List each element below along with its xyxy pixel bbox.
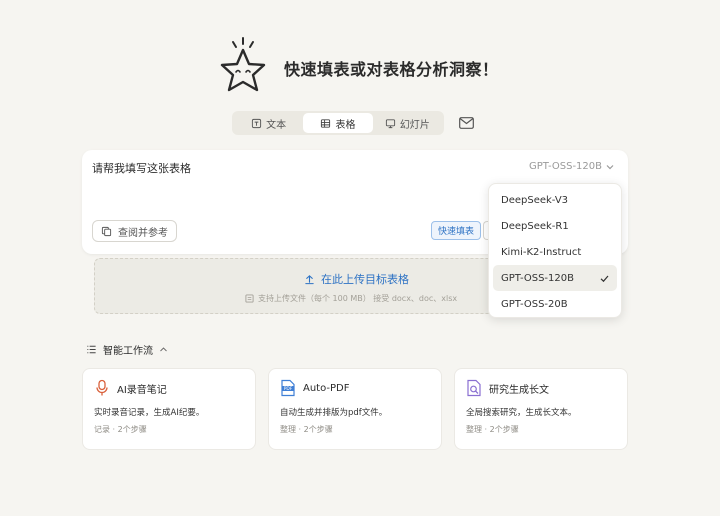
card-title: Auto-PDF bbox=[303, 382, 350, 394]
upload-title-text: 在此上传目标表格 bbox=[321, 273, 409, 286]
card-description: 全局搜索研究，生成长文本。 bbox=[466, 408, 577, 418]
microphone-icon bbox=[96, 379, 108, 396]
slides-icon bbox=[385, 118, 395, 128]
chevron-up-icon bbox=[160, 347, 167, 352]
model-option-label: Kimi-K2-Instruct bbox=[501, 246, 582, 258]
card-meta: 整理 · 2个步骤 bbox=[466, 425, 519, 434]
tab-slides[interactable]: 幻灯片 bbox=[373, 113, 442, 133]
model-select-value: GPT-OSS-120B bbox=[529, 161, 602, 172]
quick-fill-chip[interactable]: 快速填表 bbox=[431, 221, 482, 240]
workflow-card-auto-pdf[interactable]: PDF Auto-PDF 自动生成并排版为pdf文件。 整理 · 2个步骤 bbox=[268, 368, 442, 450]
doc-search-icon bbox=[467, 379, 481, 397]
upload-icon bbox=[305, 274, 314, 284]
hero-title: 快速填表或对表格分析洞察！ bbox=[284, 60, 499, 79]
star-mascot-icon bbox=[220, 37, 266, 92]
model-option-deepseek-r1[interactable]: DeepSeek-R1 bbox=[493, 214, 617, 240]
mode-tabs: 文本 表格 幻灯片 bbox=[232, 111, 444, 135]
hero: 快速填表或对表格分析洞察！ bbox=[0, 36, 720, 96]
model-option-gpt-oss-120b[interactable]: GPT-OSS-120B bbox=[493, 265, 617, 292]
file-icon bbox=[245, 294, 254, 303]
svg-text:PDF: PDF bbox=[284, 386, 293, 392]
model-option-label: GPT-OSS-120B bbox=[501, 272, 574, 284]
workflow-header[interactable]: 智能工作流 bbox=[86, 342, 168, 357]
checkmark-icon bbox=[600, 275, 609, 282]
tab-text-label: 文本 bbox=[266, 119, 287, 131]
model-option-label: GPT-OSS-20B bbox=[501, 298, 568, 310]
chevron-down-icon bbox=[606, 164, 614, 169]
reference-button[interactable]: 查阅并参考 bbox=[92, 220, 177, 242]
card-title: 研究生成长文 bbox=[489, 384, 549, 396]
mail-icon[interactable] bbox=[459, 117, 474, 129]
model-select[interactable]: GPT-OSS-120B bbox=[529, 161, 614, 172]
list-icon bbox=[87, 345, 96, 354]
model-option-kimi-k2[interactable]: Kimi-K2-Instruct bbox=[493, 240, 617, 266]
upload-subtitle: 支持上传文件（每个 100 MB） 接受 docx、doc、xlsx bbox=[245, 293, 457, 304]
workflow-card-ai-notes[interactable]: AI录音笔记 实时录音记录，生成AI纪要。 记录 · 2个步骤 bbox=[82, 368, 256, 450]
upload-title: 在此上传目标表格 bbox=[304, 271, 409, 287]
workflow-card-research[interactable]: 研究生成长文 全局搜索研究，生成长文本。 整理 · 2个步骤 bbox=[454, 368, 628, 450]
table-icon bbox=[321, 118, 331, 128]
tab-slides-label: 幻灯片 bbox=[399, 119, 430, 131]
model-dropdown: DeepSeek-V3 DeepSeek-R1 Kimi-K2-Instruct… bbox=[488, 183, 622, 318]
card-description: 实时录音记录，生成AI纪要。 bbox=[94, 408, 205, 418]
prompt-input[interactable]: 请帮我填写这张表格 bbox=[92, 160, 191, 176]
card-meta: 记录 · 2个步骤 bbox=[94, 425, 147, 434]
model-option-gpt-oss-20b[interactable]: GPT-OSS-20B bbox=[493, 291, 617, 317]
tab-table[interactable]: 表格 bbox=[303, 113, 373, 133]
upload-dropzone[interactable]: 在此上传目标表格 支持上传文件（每个 100 MB） 接受 docx、doc、x… bbox=[94, 258, 494, 314]
card-description: 自动生成并排版为pdf文件。 bbox=[280, 408, 388, 418]
text-doc-icon bbox=[252, 118, 262, 128]
reference-button-label: 查阅并参考 bbox=[118, 227, 168, 239]
model-option-label: DeepSeek-R1 bbox=[501, 221, 569, 233]
upload-subtitle-text: 支持上传文件（每个 100 MB） 接受 docx、doc、xlsx bbox=[258, 294, 458, 303]
card-meta: 整理 · 2个步骤 bbox=[280, 425, 333, 434]
model-option-label: DeepSeek-V3 bbox=[501, 195, 569, 207]
workflow-header-label: 智能工作流 bbox=[103, 346, 153, 357]
tab-text[interactable]: 文本 bbox=[234, 113, 303, 133]
pdf-file-icon: PDF bbox=[281, 379, 295, 397]
card-title: AI录音笔记 bbox=[117, 384, 167, 396]
tab-table-label: 表格 bbox=[335, 119, 356, 131]
model-option-deepseek-v3[interactable]: DeepSeek-V3 bbox=[493, 188, 617, 214]
copy-docs-icon bbox=[101, 226, 112, 236]
